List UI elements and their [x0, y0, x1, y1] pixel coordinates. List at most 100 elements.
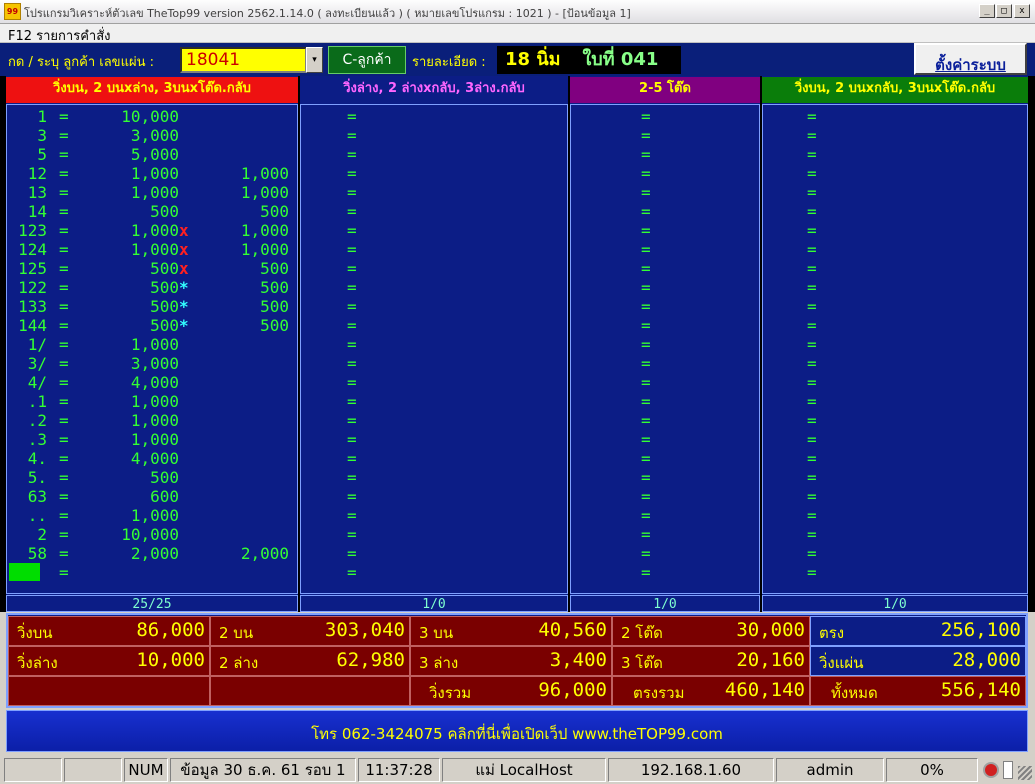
summary-cell: วิ่งรวม 96,000	[410, 676, 612, 706]
entry-row[interactable]: 123 = 1,000 x 1,000	[7, 221, 297, 240]
entry-number: 4.	[27, 449, 47, 468]
entry-row[interactable]: 4. = 4,000	[7, 449, 297, 468]
entry-row[interactable]: 2 = 10,000	[7, 525, 297, 544]
empty-entry-equals: =	[641, 411, 651, 430]
empty-entry-equals: =	[641, 373, 651, 392]
close-button[interactable]: x	[1014, 4, 1030, 18]
empty-entry-equals: =	[347, 563, 357, 582]
empty-entry-equals: =	[807, 202, 817, 221]
summary-cell: 2 โต๊ด 30,000	[612, 616, 810, 646]
empty-entry-equals: =	[807, 487, 817, 506]
entry-amount: 3,000	[130, 354, 179, 373]
empty-entry-equals: =	[641, 449, 651, 468]
summary-cell: ตรง 256,100	[810, 616, 1026, 646]
entry-cursor[interactable]	[9, 563, 40, 581]
detail-display: 18 นิ่ม ใบที่ 041	[497, 46, 681, 74]
entry-amount-2: 2,000	[240, 544, 289, 563]
summary-cell: 2 ล่าง 62,980	[210, 646, 410, 676]
entry-row[interactable]: 5. = 500	[7, 468, 297, 487]
column-run-bottom[interactable]: วิ่งล่าง, 2 ล่างxกลับ, 3ล่าง.กลับ = = = = = =…	[300, 76, 568, 612]
title-bar[interactable]: 99 โปรแกรมวิเคราะห์ตัวเลข TheTop99 versi…	[0, 0, 1035, 24]
empty-entry-equals: =	[347, 145, 357, 164]
empty-entry-equals: =	[641, 563, 651, 582]
empty-entry-equals: =	[347, 430, 357, 449]
entry-row[interactable]: =	[7, 563, 297, 582]
column-body[interactable]: = = = = = = = = = = = = = = = = = = = = = = = = =	[762, 104, 1028, 594]
entry-amount: 500	[150, 468, 179, 487]
summary-value: 40,560	[538, 619, 607, 641]
empty-entry-equals: =	[807, 145, 817, 164]
customer-button[interactable]: C-ลูกค้า	[328, 46, 406, 74]
entry-row[interactable]: 63 = 600	[7, 487, 297, 506]
status-time: 11:37:28	[358, 758, 440, 782]
entry-row[interactable]: 133 = 500 * 500	[7, 297, 297, 316]
entry-row[interactable]: 14 = 500 500	[7, 202, 297, 221]
footer-banner[interactable]: โทร 062-3424075 คลิกที่นี่เพื่อเปิดเว็ป …	[6, 710, 1028, 752]
entry-amount: 10,000	[121, 107, 179, 126]
app-icon: 99	[4, 3, 21, 20]
entry-row[interactable]: 3/= 3,000	[7, 354, 297, 373]
empty-entry-equals: =	[347, 259, 357, 278]
entry-row[interactable]: 13 = 1,000 1,000	[7, 183, 297, 202]
entry-row[interactable]: 4/= 4,000	[7, 373, 297, 392]
entry-row[interactable]: .1 = 1,000	[7, 392, 297, 411]
entry-row[interactable]: .2 = 1,000	[7, 411, 297, 430]
summary-cell: 2 บน 303,040	[210, 616, 410, 646]
empty-entry-equals: =	[641, 525, 651, 544]
empty-entry-equals: =	[641, 126, 651, 145]
entry-amount-2: 1,000	[240, 240, 289, 259]
entry-amount-2: 1,000	[240, 183, 289, 202]
entry-row[interactable]: .3 = 1,000	[7, 430, 297, 449]
customer-sheet-input[interactable]: 18041	[180, 47, 307, 73]
empty-entry-equals: =	[347, 297, 357, 316]
summary-cell	[8, 676, 210, 706]
column-tod[interactable]: 2-5 โต๊ด = = = = = = = = = = = = = = = = = = = = = = = = = 1/0	[570, 76, 760, 612]
chevron-down-icon[interactable]: ▾	[306, 47, 323, 73]
record-icon[interactable]	[983, 762, 999, 778]
entry-row[interactable]: 5 = 5,000	[7, 145, 297, 164]
entry-row[interactable]: 1 = 10,000	[7, 107, 297, 126]
entry-row[interactable]: 58 = 2,000 2,000	[7, 544, 297, 563]
website-link[interactable]: โทร 062-3424075 คลิกที่นี่เพื่อเปิดเว็ป …	[7, 722, 1027, 746]
detail-sheet: ใบที่ 041	[582, 49, 659, 70]
entry-row[interactable]: 1/= 1,000	[7, 335, 297, 354]
entry-row[interactable]: 144 = 500 * 500	[7, 316, 297, 335]
settings-button[interactable]: ตั้งค่าระบบ	[914, 43, 1027, 75]
empty-entry-equals: =	[641, 145, 651, 164]
entry-amount: 3,000	[130, 126, 179, 145]
column-run-top-reverse[interactable]: วิ่งบน, 2 บนxกลับ, 3บนxโต๊ด.กลับ = = = = = = =…	[762, 76, 1028, 612]
column-body[interactable]: 1 = 10,000 3 = 3,000 5 = 5,000 12 = 1,000 1,000 13 = 1,…	[6, 104, 298, 594]
entry-row[interactable]: 125 = 500 x 500	[7, 259, 297, 278]
column-body[interactable]: = = = = = = = = = = = = = = = = = = = = = = = = =	[570, 104, 760, 594]
empty-entry-equals: =	[807, 164, 817, 183]
resize-grip[interactable]	[1018, 766, 1032, 780]
empty-entry-equals: =	[347, 316, 357, 335]
summary-label: ตรงรวม	[633, 684, 685, 702]
entry-number: 14	[27, 202, 47, 221]
empty-entry-equals: =	[347, 487, 357, 506]
column-run-top[interactable]: วิ่งบน, 2 บนxล่าง, 3บนxโต๊ด.กลับ 1 = 10,00…	[6, 76, 298, 612]
entry-number: .1	[27, 392, 47, 411]
maximize-button[interactable]: □	[996, 4, 1012, 18]
column-footer: 1/0	[762, 595, 1028, 612]
entry-row[interactable]: 3 = 3,000	[7, 126, 297, 145]
minimize-button[interactable]: _	[979, 4, 995, 18]
entry-number: 13	[27, 183, 47, 202]
empty-entry-equals: =	[807, 506, 817, 525]
entry-row[interactable]: .. = 1,000	[7, 506, 297, 525]
empty-entry-equals: =	[347, 449, 357, 468]
entry-row[interactable]: 12 = 1,000 1,000	[7, 164, 297, 183]
entry-number: .2	[27, 411, 47, 430]
empty-entry-equals: =	[641, 544, 651, 563]
entry-number: 1	[37, 107, 47, 126]
entry-row[interactable]: 124 = 1,000 x 1,000	[7, 240, 297, 259]
entry-amount-2: 500	[260, 259, 289, 278]
entry-row[interactable]: 122 = 500 * 500	[7, 278, 297, 297]
entry-amount: 500	[150, 297, 179, 316]
column-body[interactable]: = = = = = = = = = = = = = = = = = = = = = = = = =	[300, 104, 568, 594]
empty-entry-equals: =	[807, 525, 817, 544]
entry-amount: 1,000	[130, 183, 179, 202]
empty-entry-equals: =	[347, 335, 357, 354]
summary-label: วิ่งแผ่น	[819, 654, 864, 672]
device-icon	[1003, 761, 1013, 779]
